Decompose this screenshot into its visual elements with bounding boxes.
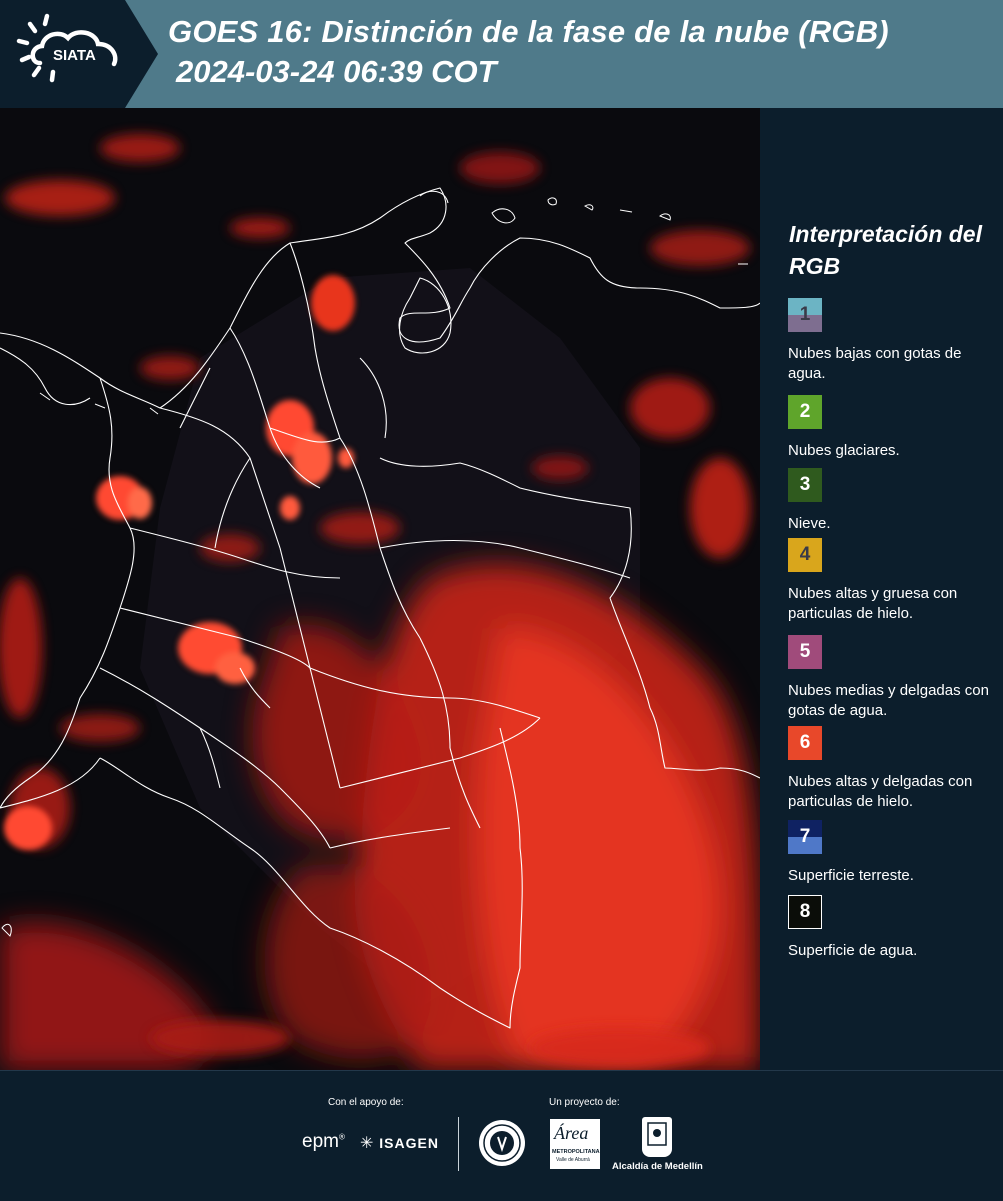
legend-label-1: Nubes bajas con gotas de agua. [788,345,962,382]
legend-swatch-3: 3 [788,468,822,502]
area-metropolitana-logo[interactable]: Área METROPOLITANA Valle de Aburrá [550,1119,600,1169]
legend-label-3: Nieve. [788,515,831,532]
satellite-map[interactable] [0,108,760,1070]
legend-label-4: Nubes altas y gruesa con particulas de h… [788,585,958,622]
siata-logo-text: SIATA [53,47,96,64]
page-title: GOES 16: Distinción de la fase de la nub… [168,14,889,49]
legend-label-8: Superficie de agua. [788,942,918,959]
support-label: Con el apoyo de: [328,1097,404,1108]
legend-label-2: Nubes glaciares. [788,442,900,459]
legend-number-6: 6 [799,732,811,753]
legend-swatch-2: 2 [788,395,822,429]
legend-swatch-7: 7 [788,820,822,854]
area-logo-sub1: METROPOLITANA [552,1149,600,1155]
isagen-logo-text: ISAGEN [379,1135,439,1151]
legend-swatch-4: 4 [788,538,822,572]
legend-number-1: 1 [799,304,811,325]
seal-logo[interactable] [478,1119,526,1167]
footer-divider [458,1117,459,1171]
legend-number-8: 8 [799,901,811,922]
legend-swatch-5: 5 [788,635,822,669]
legend-title: Interpretación del RGB [789,221,982,279]
legend-number-5: 5 [799,641,811,662]
isagen-star-icon: ✳ [360,1135,375,1152]
legend-swatch-1: 1 [788,298,822,332]
alcaldia-medellin-text[interactable]: Alcaldía de Medellín [612,1161,703,1172]
legend-label-6: Nubes altas y delgadas con particulas de… [788,773,973,810]
legend-label-5: Nubes medias y delgadas con gotas de agu… [788,682,989,719]
legend-number-2: 2 [799,401,811,422]
legend-number-3: 3 [799,474,811,495]
legend-swatch-8: 8 [788,895,822,929]
footer: Con el apoyo de: Un proyecto de: epm® ✳ … [0,1070,1003,1201]
project-label: Un proyecto de: [549,1097,620,1108]
siata-logo[interactable]: SIATA [0,0,160,108]
legend-panel: Interpretación del RGB 1 Nubes bajas con… [760,108,1003,1070]
header-bar: SIATA GOES 16: Distinción de la fase de … [0,0,1003,108]
legend-label-7: Superficie terreste. [788,867,914,884]
legend-swatch-6: 6 [788,726,822,760]
area-logo-sub2: Valle de Aburrá [556,1157,590,1163]
epm-logo[interactable]: epm® [302,1131,345,1153]
medellin-shield-icon [642,1117,672,1157]
area-logo-text: Área [554,1123,589,1143]
epm-logo-text: epm [302,1131,339,1152]
page-timestamp: 2024-03-24 06:39 COT [176,54,497,89]
legend-number-7: 7 [799,826,811,847]
legend-number-4: 4 [799,544,811,565]
isagen-logo[interactable]: ✳ ISAGEN [360,1133,439,1153]
